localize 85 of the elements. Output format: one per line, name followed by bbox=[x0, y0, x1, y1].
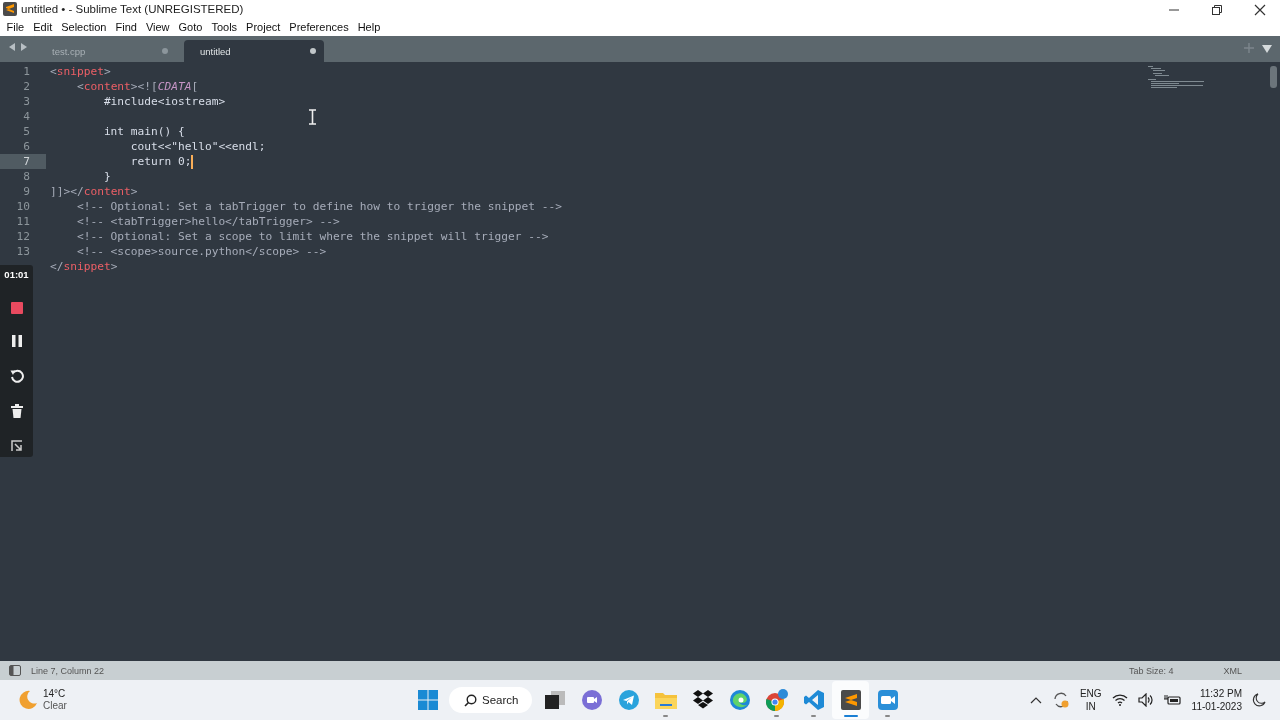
menu-item[interactable]: Goto bbox=[174, 21, 207, 33]
volume-icon[interactable] bbox=[1137, 693, 1154, 707]
weather-condition: Clear bbox=[43, 700, 67, 712]
chat-icon[interactable] bbox=[581, 690, 602, 710]
stop-icon[interactable] bbox=[10, 301, 23, 314]
line-number: 6 bbox=[23, 140, 30, 153]
sublime-icon[interactable] bbox=[840, 690, 861, 710]
menu-item[interactable]: Selection bbox=[56, 21, 111, 33]
trash-icon[interactable] bbox=[10, 404, 23, 419]
sync-icon[interactable] bbox=[1051, 691, 1070, 709]
paper-plane-icon[interactable] bbox=[618, 690, 639, 710]
folder-icon[interactable] bbox=[654, 691, 677, 709]
code-line: return 0; bbox=[129, 154, 192, 169]
code-line: </snippet> bbox=[50, 259, 118, 274]
input-language[interactable]: ENG bbox=[1079, 687, 1102, 700]
line-number: 8 bbox=[23, 170, 30, 183]
line-number: 9 bbox=[23, 185, 30, 198]
menu-item[interactable]: Preferences bbox=[284, 21, 354, 33]
editor-tab[interactable]: untitled bbox=[184, 40, 324, 62]
code-line: ]]></content> bbox=[50, 184, 138, 199]
restore-icon[interactable] bbox=[1211, 4, 1223, 16]
menu-item[interactable]: Project bbox=[241, 21, 285, 33]
code-line: <snippet> bbox=[50, 64, 111, 79]
dropbox-icon[interactable] bbox=[691, 690, 714, 710]
code-line: #include<iostream> bbox=[102, 94, 226, 109]
menu-item[interactable]: Tools bbox=[206, 21, 242, 33]
line-number: 4 bbox=[23, 110, 30, 123]
text-cursor bbox=[191, 154, 194, 169]
tab-navigation-icon[interactable] bbox=[8, 42, 28, 52]
line-number: 11 bbox=[16, 215, 30, 228]
chevron-up-icon[interactable] bbox=[1029, 696, 1042, 704]
recording-timer: 01:01 bbox=[4, 269, 29, 280]
line-number: 10 bbox=[16, 200, 30, 213]
search-button[interactable]: Search bbox=[449, 687, 533, 713]
mouse-cursor-icon bbox=[308, 109, 317, 125]
restart-icon[interactable] bbox=[9, 368, 24, 383]
battery-icon[interactable] bbox=[1163, 694, 1182, 706]
menu-item[interactable]: Edit bbox=[28, 21, 57, 33]
code-line: <!-- Optional: Set a tabTrigger to define how to trigger the snippet --> bbox=[75, 199, 562, 214]
clock-date[interactable]: 11-01-2023 bbox=[1191, 700, 1242, 713]
code-line: <!-- Optional: Set a scope to limit where the snippet will trigger --> bbox=[75, 229, 549, 244]
code-line: int main() { bbox=[102, 124, 185, 139]
code-line: <content><![CDATA[ bbox=[75, 79, 199, 94]
clock-time[interactable]: 11:32 PM bbox=[1199, 687, 1242, 700]
cursor-position: Line 7, Column 22 bbox=[31, 665, 105, 676]
do-not-disturb-icon[interactable] bbox=[1252, 693, 1266, 707]
line-number: 2 bbox=[23, 80, 30, 93]
browser-icon[interactable] bbox=[764, 688, 789, 712]
minimap-drawing bbox=[1148, 66, 1204, 88]
code-line: <!-- <scope>source.python</scope> --> bbox=[75, 244, 327, 259]
temperature: 14°C bbox=[43, 688, 67, 700]
line-number: 13 bbox=[16, 245, 30, 258]
menu-item[interactable]: Help bbox=[353, 21, 385, 33]
input-region[interactable]: IN bbox=[1085, 700, 1096, 713]
line-number: 5 bbox=[23, 125, 30, 138]
tab-size[interactable]: Tab Size: 4 bbox=[1128, 665, 1174, 676]
scrollbar[interactable] bbox=[1270, 66, 1277, 88]
line-number: 1 bbox=[23, 65, 30, 78]
wifi-icon[interactable] bbox=[1111, 694, 1128, 706]
line-number: 12 bbox=[16, 230, 30, 243]
close-icon[interactable] bbox=[1254, 4, 1266, 16]
menu-item[interactable]: File bbox=[2, 21, 29, 33]
start-icon[interactable] bbox=[418, 690, 438, 710]
tab-menu-icon[interactable] bbox=[1262, 45, 1272, 53]
syntax-mode[interactable]: XML bbox=[1183, 665, 1280, 676]
pause-icon[interactable] bbox=[11, 335, 22, 348]
unsaved-dot-icon bbox=[162, 48, 168, 54]
app-logo-icon bbox=[3, 2, 17, 16]
search-icon bbox=[464, 693, 477, 707]
menu-item[interactable]: View bbox=[141, 21, 175, 33]
task-view-icon[interactable] bbox=[544, 691, 565, 709]
moon-icon bbox=[18, 690, 38, 710]
window-title: untitled • - Sublime Text (UNREGISTERED) bbox=[21, 3, 244, 15]
code-editor-icon[interactable] bbox=[803, 690, 824, 710]
menu-item[interactable]: Find bbox=[110, 21, 142, 33]
panel-toggle-icon[interactable] bbox=[9, 665, 21, 676]
video-camera-icon[interactable] bbox=[877, 690, 898, 710]
line-number: 7 bbox=[23, 155, 30, 168]
browser-icon[interactable] bbox=[729, 690, 750, 710]
resize-icon[interactable] bbox=[10, 439, 23, 452]
unsaved-dot-icon bbox=[310, 48, 316, 54]
code-line: <!-- <tabTrigger>hello</tabTrigger> --> bbox=[75, 214, 340, 229]
code-line: cout<<"hello"<<endl; bbox=[129, 139, 266, 154]
line-number: 3 bbox=[23, 95, 30, 108]
code-line: } bbox=[102, 169, 111, 184]
